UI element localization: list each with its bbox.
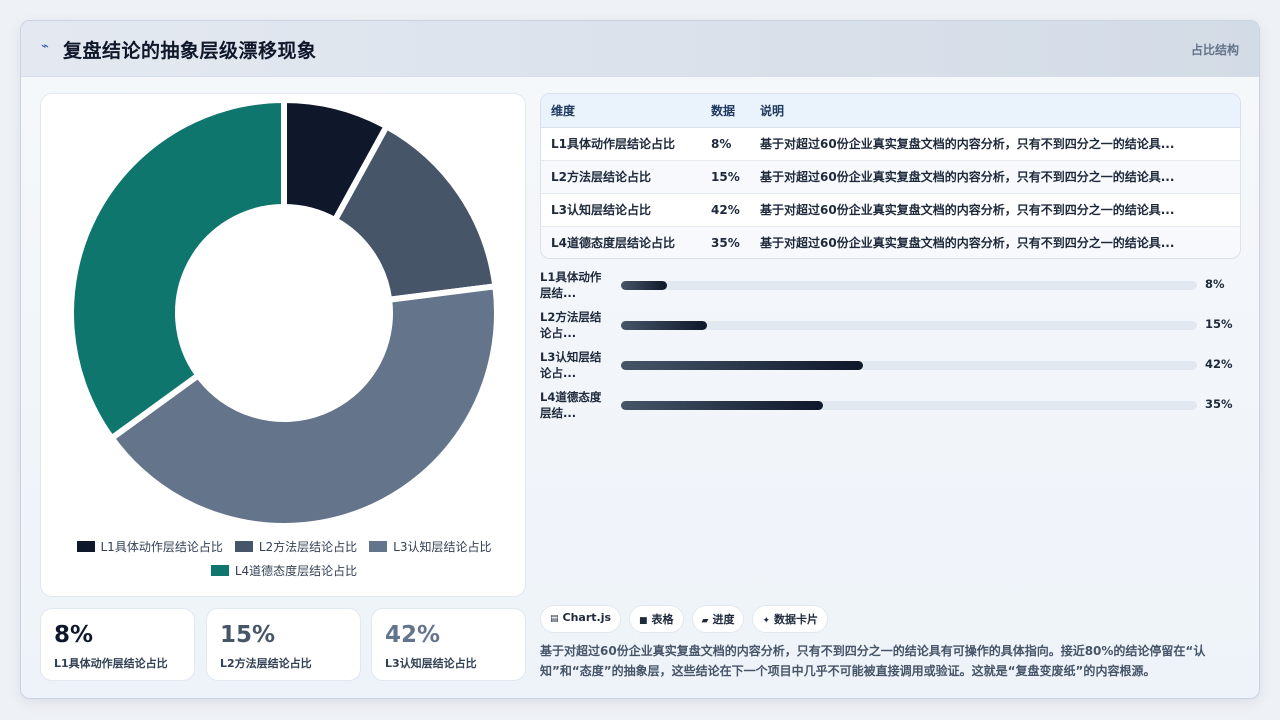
legend-item-l3[interactable]: L3认知层结论占比 [369, 538, 491, 555]
table-row: L2方法层结论占比 15% 基于对超过60份企业真实复盘文档的内容分析，只有不到… [541, 160, 1240, 194]
table-cell: L2方法层结论占比 [541, 160, 701, 194]
table-header-row: 维度 数据 说明 [541, 94, 1240, 128]
column-header: 维度 [541, 94, 701, 128]
table-cell: 基于对超过60份企业真实复盘文档的内容分析，只有不到四分之一的结论具... [750, 193, 1240, 227]
page-title: 复盘结论的抽象层级漂移现象 [63, 40, 317, 62]
legend-item-l4[interactable]: L4道德态度层结论占比 [210, 562, 358, 579]
legend-swatch [369, 541, 388, 552]
progress-value: 8% [1205, 277, 1225, 291]
section-tag: 占比结构 [1190, 43, 1239, 57]
table-cell: L1具体动作层结论占比 [541, 127, 701, 161]
table-row: L3认知层结论占比 42% 基于对超过60份企业真实复盘文档的内容分析，只有不到… [541, 193, 1240, 227]
progress-label: L2方法层结论占... [540, 310, 602, 340]
progress-row-l1: L1具体动作层结... 8% [540, 269, 1241, 309]
progress-value: 35% [1205, 397, 1233, 411]
column-header: 数据 [701, 94, 750, 128]
table-row: L1具体动作层结论占比 8% 基于对超过60份企业真实复盘文档的内容分析，只有不… [541, 127, 1240, 161]
kpi-label: L2方法层结论占比 [220, 657, 312, 670]
table-cell: 35% [701, 226, 750, 258]
kpi-card-l2: 15% L2方法层结论占比 [206, 608, 361, 681]
table-cell: 42% [701, 193, 750, 227]
chip-label: 数据卡片 [774, 613, 819, 626]
progress-track [621, 321, 1197, 330]
data-table: 维度 数据 说明 L1具体动作层结论占比 8% 基于对超过60份企业真实复盘文档… [540, 93, 1241, 259]
table-cell: 基于对超过60份企业真实复盘文档的内容分析，只有不到四分之一的结论具... [750, 127, 1240, 161]
table-cell: 基于对超过60份企业真实复盘文档的内容分析，只有不到四分之一的结论具... [750, 226, 1240, 258]
progress-row-l3: L3认知层结论占... 42% [540, 349, 1241, 389]
legend-item-l2[interactable]: L2方法层结论占比 [234, 538, 358, 555]
progress-track [621, 401, 1197, 410]
chip-label: Chart.js [562, 611, 612, 624]
kpi-value: 15% [220, 622, 276, 648]
kpi-card-l1: 8% L1具体动作层结论占比 [40, 608, 195, 681]
legend-swatch [210, 565, 229, 576]
table-cell: L3认知层结论占比 [541, 193, 701, 227]
legend-item-l1[interactable]: L1具体动作层结论占比 [76, 538, 223, 555]
chip-table[interactable]: ■ 表格 [629, 605, 684, 633]
legend-swatch [234, 541, 253, 552]
dashboard-card: ⌁ 复盘结论的抽象层级漂移现象 占比结构 L1具体动作层结论占比 L2方法层结论… [20, 20, 1260, 699]
table-cell: 15% [701, 160, 750, 194]
slice-l4[interactable] [68, 97, 287, 442]
table-icon: ■ [639, 616, 648, 626]
sparkle-icon: ✦ [762, 616, 771, 626]
kpi-value: 42% [385, 622, 441, 648]
column-header: 说明 [750, 94, 1240, 128]
progress-label: L4道德态度层结... [540, 390, 602, 420]
table-cell: 基于对超过60份企业真实复盘文档的内容分析，只有不到四分之一的结论具... [750, 160, 1240, 194]
view-chips: ▤ Chart.js ■ 表格 ▰ 进度 ✦ 数据卡片 [540, 605, 829, 633]
chart-icon: ▤ [550, 614, 559, 624]
progress-track [621, 281, 1197, 290]
bolt-icon: ⌁ [41, 39, 49, 54]
progress-value: 42% [1205, 357, 1233, 371]
progress-label: L1具体动作层结... [540, 270, 602, 300]
legend-label: L1具体动作层结论占比 [100, 540, 223, 554]
chip-chartjs[interactable]: ▤ Chart.js [540, 605, 622, 633]
donut-chart [68, 97, 500, 529]
chip-label: 进度 [712, 613, 735, 626]
kpi-card-l3: 42% L3认知层结论占比 [371, 608, 526, 681]
table-cell: L4道德态度层结论占比 [541, 226, 701, 258]
legend-label: L2方法层结论占比 [258, 540, 358, 554]
progress-icon: ▰ [701, 616, 709, 626]
chip-label: 表格 [651, 613, 674, 626]
progress-fill [621, 361, 863, 370]
progress-fill [621, 401, 823, 410]
progress-track [621, 361, 1197, 370]
legend-label: L3认知层结论占比 [393, 540, 492, 554]
summary-note: 基于对超过60份企业真实复盘文档的内容分析，只有不到四分之一的结论具有可操作的具… [540, 644, 1206, 678]
kpi-label: L1具体动作层结论占比 [54, 657, 168, 670]
donut-chart-panel: L1具体动作层结论占比 L2方法层结论占比 L3认知层结论占比 L4道德态度层结… [40, 93, 526, 597]
progress-fill [621, 281, 668, 290]
legend-swatch [76, 541, 95, 552]
progress-value: 15% [1205, 317, 1233, 331]
chip-progress[interactable]: ▰ 进度 [691, 605, 745, 633]
progress-fill [621, 321, 708, 330]
progress-label: L3认知层结论占... [540, 350, 602, 380]
progress-row-l4: L4道德态度层结... 35% [540, 389, 1241, 429]
kpi-value: 8% [54, 622, 94, 648]
kpi-label: L3认知层结论占比 [385, 657, 477, 670]
header-bar: ⌁ 复盘结论的抽象层级漂移现象 占比结构 [21, 21, 1259, 77]
table-cell: 8% [701, 127, 750, 161]
progress-row-l2: L2方法层结论占... 15% [540, 309, 1241, 349]
table-row: L4道德态度层结论占比 35% 基于对超过60份企业真实复盘文档的内容分析，只有… [541, 226, 1240, 258]
chip-data-cards[interactable]: ✦ 数据卡片 [752, 605, 829, 633]
chart-legend: L1具体动作层结论占比 L2方法层结论占比 L3认知层结论占比 L4道德态度层结… [41, 538, 527, 586]
legend-label: L4道德态度层结论占比 [234, 564, 358, 578]
